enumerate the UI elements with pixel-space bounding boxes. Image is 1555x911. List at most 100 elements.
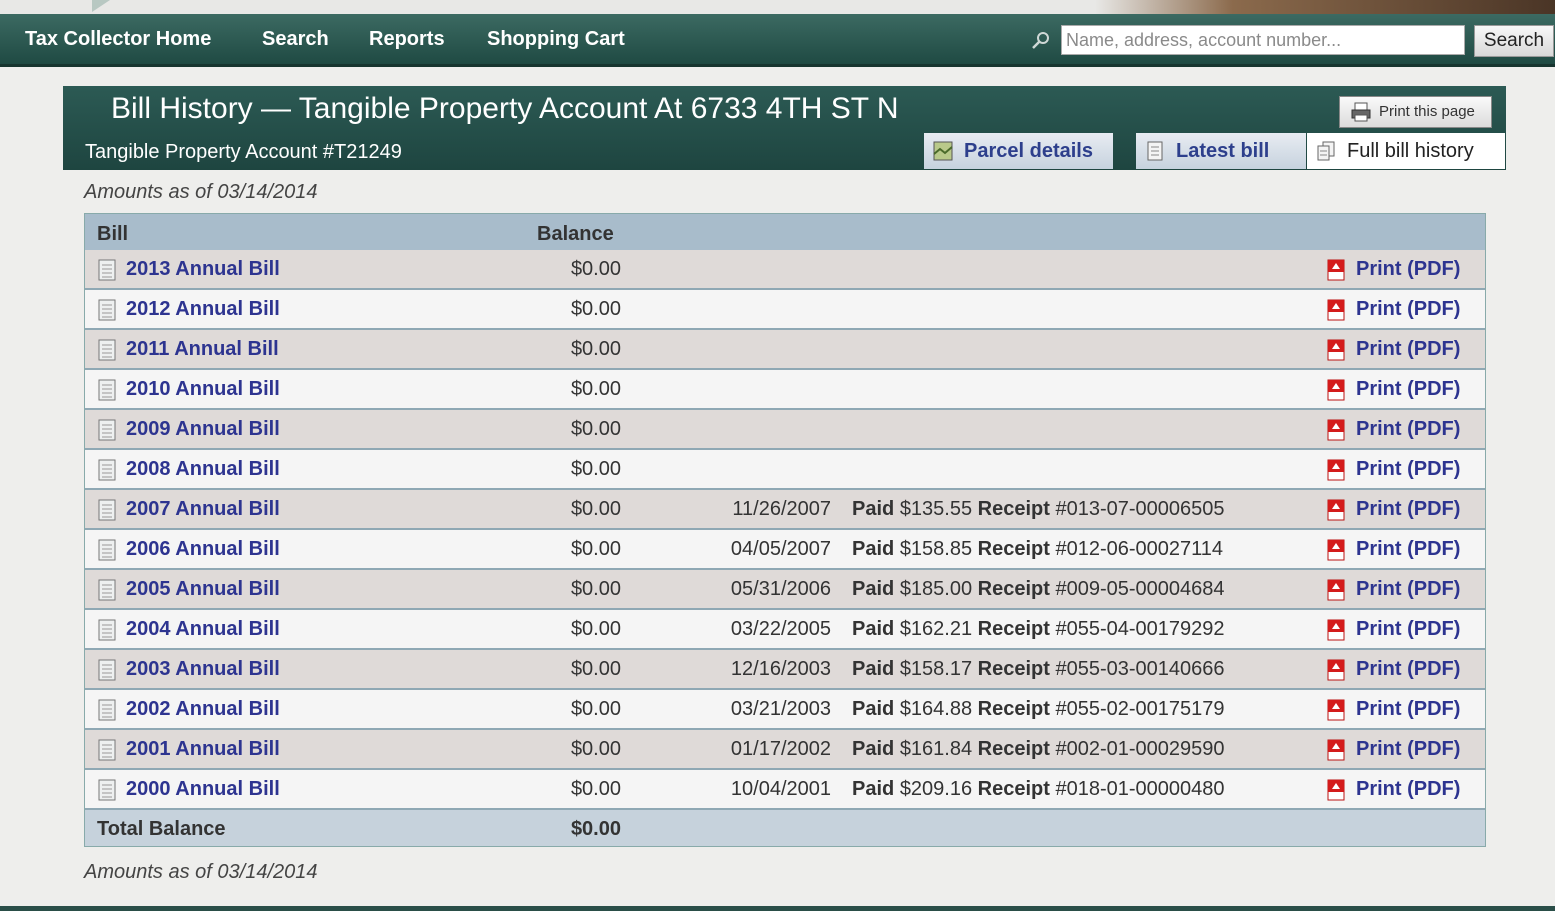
top-banner bbox=[0, 0, 1555, 14]
bill-link[interactable]: 2005 Annual Bill bbox=[126, 578, 280, 601]
paid-amount: $158.85 bbox=[899, 538, 973, 560]
banner-decoration bbox=[92, 0, 110, 12]
pdf-icon bbox=[1327, 779, 1345, 801]
balance-value: $0.00 bbox=[570, 418, 621, 440]
bill-document-icon bbox=[98, 739, 116, 761]
payment-info: Paid $158.17 Receipt #055-03-00140666 bbox=[852, 658, 1225, 681]
print-pdf-link[interactable]: Print (PDF) bbox=[1356, 258, 1460, 281]
payment-info: Paid $135.55 Receipt #013-07-00006505 bbox=[852, 498, 1225, 521]
bill-link[interactable]: 2003 Annual Bill bbox=[126, 658, 280, 681]
pdf-icon bbox=[1327, 619, 1345, 641]
balance-value: $0.00 bbox=[570, 258, 621, 280]
search-input[interactable] bbox=[1061, 25, 1465, 55]
payment-info: Paid $158.85 Receipt #012-06-00027114 bbox=[852, 538, 1223, 561]
bill-document-icon bbox=[98, 779, 116, 801]
table-row: 2006 Annual Bill $0.00 04/05/2007 Paid $158… bbox=[85, 530, 1485, 570]
bill-link[interactable]: 2004 Annual Bill bbox=[126, 618, 280, 641]
tab-latest-bill[interactable]: Latest bill bbox=[1136, 133, 1306, 169]
receipt-word: Receipt bbox=[977, 658, 1050, 680]
print-pdf-link[interactable]: Print (PDF) bbox=[1356, 658, 1460, 681]
nav-tax-collector-home[interactable]: Tax Collector Home bbox=[25, 28, 211, 51]
nav-reports[interactable]: Reports bbox=[369, 28, 445, 51]
bill-link[interactable]: 2007 Annual Bill bbox=[126, 498, 280, 521]
pdf-icon bbox=[1327, 259, 1345, 281]
bill-link[interactable]: 2009 Annual Bill bbox=[126, 418, 280, 441]
print-pdf-link[interactable]: Print (PDF) bbox=[1356, 778, 1460, 801]
payment-date: 04/05/2007 bbox=[730, 538, 831, 560]
bill-link[interactable]: 2011 Annual Bill bbox=[126, 338, 279, 361]
print-page-button[interactable]: Print this page bbox=[1339, 96, 1492, 128]
bill-document-icon bbox=[98, 579, 116, 601]
paid-amount: $135.55 bbox=[899, 498, 973, 520]
footer-bar bbox=[0, 906, 1555, 911]
banner-photo bbox=[1095, 0, 1555, 14]
table-header: Bill Balance bbox=[85, 214, 1485, 250]
balance-value: $0.00 bbox=[570, 458, 621, 480]
payment-info: Paid $209.16 Receipt #018-01-00000480 bbox=[852, 778, 1225, 801]
pdf-icon bbox=[1327, 699, 1345, 721]
receipt-number: #055-03-00140666 bbox=[1055, 658, 1225, 680]
bill-link[interactable]: 2013 Annual Bill bbox=[126, 258, 280, 281]
table-row: 2011 Annual Bill $0.00 Print (PDF) bbox=[85, 330, 1485, 370]
bill-link[interactable]: 2006 Annual Bill bbox=[126, 538, 280, 561]
bill-document-icon bbox=[98, 299, 116, 321]
payment-date: 03/21/2003 bbox=[730, 698, 831, 720]
payment-date: 12/16/2003 bbox=[730, 658, 831, 680]
print-pdf-link[interactable]: Print (PDF) bbox=[1356, 418, 1460, 441]
paid-amount: $162.21 bbox=[899, 618, 973, 640]
print-pdf-link[interactable]: Print (PDF) bbox=[1356, 458, 1460, 481]
payment-date: 11/26/2007 bbox=[732, 498, 831, 520]
nav-search[interactable]: Search bbox=[262, 28, 329, 51]
receipt-word: Receipt bbox=[977, 578, 1050, 600]
print-pdf-link[interactable]: Print (PDF) bbox=[1356, 498, 1460, 521]
pdf-icon bbox=[1327, 739, 1345, 761]
payment-info: Paid $185.00 Receipt #009-05-00004684 bbox=[852, 578, 1225, 601]
print-pdf-link[interactable]: Print (PDF) bbox=[1356, 338, 1460, 361]
receipt-word: Receipt bbox=[977, 738, 1050, 760]
print-pdf-link[interactable]: Print (PDF) bbox=[1356, 698, 1460, 721]
print-pdf-link[interactable]: Print (PDF) bbox=[1356, 578, 1460, 601]
bill-link[interactable]: 2001 Annual Bill bbox=[126, 738, 280, 761]
nav-shopping-cart[interactable]: Shopping Cart bbox=[487, 28, 625, 51]
print-pdf-link[interactable]: Print (PDF) bbox=[1356, 538, 1460, 561]
search-button[interactable]: Search bbox=[1474, 25, 1554, 57]
balance-value: $0.00 bbox=[570, 498, 621, 520]
bill-document-icon bbox=[98, 499, 116, 521]
paid-word: Paid bbox=[852, 498, 895, 520]
page-title: Bill History — Tangible Property Account… bbox=[111, 92, 899, 125]
total-row: Total Balance $0.00 bbox=[85, 810, 1485, 846]
tab-parcel-details-label: Parcel details bbox=[964, 140, 1093, 162]
bill-link[interactable]: 2000 Annual Bill bbox=[126, 778, 280, 801]
amounts-as-of-bottom: Amounts as of 03/14/2014 bbox=[84, 861, 318, 883]
receipt-word: Receipt bbox=[977, 698, 1050, 720]
bill-document-icon bbox=[98, 379, 116, 401]
bill-document-icon bbox=[98, 659, 116, 681]
tab-full-bill-history[interactable]: Full bill history bbox=[1307, 133, 1505, 169]
print-pdf-link[interactable]: Print (PDF) bbox=[1356, 618, 1460, 641]
bill-link[interactable]: 2002 Annual Bill bbox=[126, 698, 280, 721]
pdf-icon bbox=[1327, 499, 1345, 521]
bill-link[interactable]: 2008 Annual Bill bbox=[126, 458, 280, 481]
print-pdf-link[interactable]: Print (PDF) bbox=[1356, 298, 1460, 321]
search-icon bbox=[1032, 32, 1049, 49]
bill-link[interactable]: 2010 Annual Bill bbox=[126, 378, 280, 401]
receipt-number: #009-05-00004684 bbox=[1055, 578, 1225, 600]
bill-link[interactable]: 2012 Annual Bill bbox=[126, 298, 280, 321]
pdf-icon bbox=[1327, 579, 1345, 601]
print-pdf-link[interactable]: Print (PDF) bbox=[1356, 378, 1460, 401]
amounts-as-of-top: Amounts as of 03/14/2014 bbox=[84, 181, 318, 203]
payment-date: 05/31/2006 bbox=[730, 578, 831, 600]
bill-history-table: Bill Balance 2013 Annual Bill $0.00 Print … bbox=[84, 213, 1486, 847]
pdf-icon bbox=[1327, 379, 1345, 401]
receipt-word: Receipt bbox=[977, 538, 1050, 560]
balance-value: $0.00 bbox=[570, 378, 621, 400]
print-pdf-link[interactable]: Print (PDF) bbox=[1356, 738, 1460, 761]
tab-parcel-details[interactable]: Parcel details bbox=[924, 133, 1113, 169]
balance-value: $0.00 bbox=[570, 698, 621, 720]
balance-value: $0.00 bbox=[570, 298, 621, 320]
total-value: $0.00 bbox=[570, 818, 621, 840]
pdf-icon bbox=[1327, 659, 1345, 681]
receipt-number: #055-04-00179292 bbox=[1055, 618, 1225, 640]
table-row: 2005 Annual Bill $0.00 05/31/2006 Paid $185… bbox=[85, 570, 1485, 610]
payment-date: 10/04/2001 bbox=[730, 778, 831, 800]
